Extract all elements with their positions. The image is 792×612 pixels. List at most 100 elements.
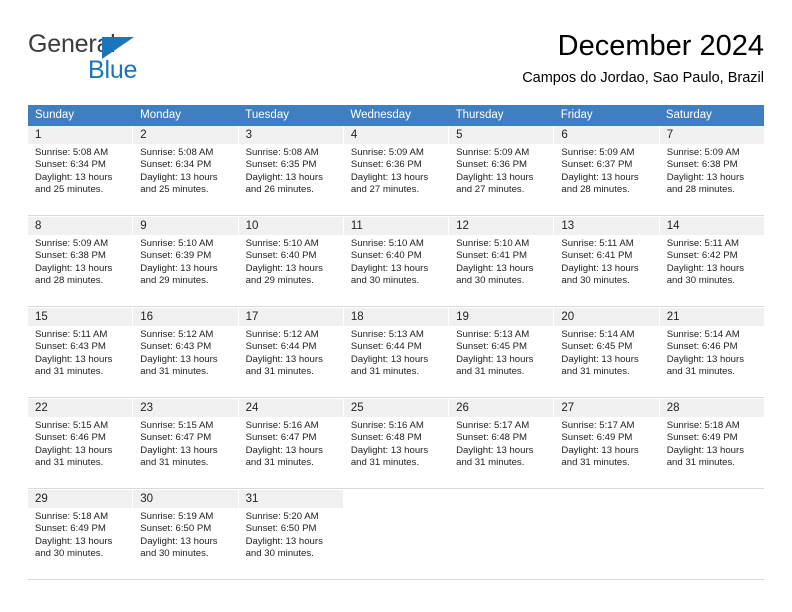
day-number: 22 bbox=[28, 399, 133, 417]
day-number: 20 bbox=[554, 308, 659, 326]
sunset-text: Sunset: 6:47 PM bbox=[245, 432, 317, 444]
day-cell[interactable]: 1 Sunrise: 5:08 AM Sunset: 6:34 PM Daylight… bbox=[28, 126, 134, 215]
daylight-text-line1: Daylight: 13 hours bbox=[456, 353, 534, 365]
day-cell[interactable]: 29 Sunrise: 5:18 AM Sunset: 6:49 PM Dayligh… bbox=[28, 490, 134, 579]
sunset-text: Sunset: 6:36 PM bbox=[456, 159, 528, 171]
sunset-text: Sunset: 6:35 PM bbox=[245, 159, 317, 171]
sunset-text: Sunset: 6:44 PM bbox=[245, 341, 317, 353]
day-cell[interactable]: 30 Sunrise: 5:19 AM Sunset: 6:50 PM Dayligh… bbox=[133, 490, 239, 579]
sunrise-text: Sunrise: 5:20 AM bbox=[245, 511, 319, 522]
day-info: Sunrise: 5:08 AM Sunset: 6:34 PM Daylight:… bbox=[28, 144, 132, 197]
day-cell[interactable]: 20 Sunrise: 5:14 AM Sunset: 6:45 PM Dayligh… bbox=[554, 308, 660, 397]
daylight-text-line1: Daylight: 13 hours bbox=[140, 171, 218, 183]
daylight-text-line1: Daylight: 13 hours bbox=[35, 444, 113, 456]
day-number: 7 bbox=[659, 126, 764, 144]
daylight-text-line1: Daylight: 13 hours bbox=[140, 535, 218, 547]
daylight-text-line2: and 31 minutes. bbox=[350, 457, 420, 469]
day-cell[interactable]: 4 Sunrise: 5:09 AM Sunset: 6:36 PM Daylight… bbox=[343, 126, 450, 215]
day-info: Sunrise: 5:09 AM Sunset: 6:38 PM Daylight:… bbox=[28, 235, 132, 288]
day-cell[interactable]: 2 Sunrise: 5:08 AM Sunset: 6:34 PM Daylight… bbox=[133, 126, 239, 215]
daylight-text-line1: Daylight: 13 hours bbox=[140, 444, 218, 456]
sunrise-text: Sunrise: 5:13 AM bbox=[456, 329, 530, 340]
day-info: Sunrise: 5:17 AM Sunset: 6:49 PM Daylight:… bbox=[554, 417, 658, 470]
weekday-saturday: Saturday bbox=[665, 109, 712, 121]
daylight-text-line1: Daylight: 13 hours bbox=[561, 262, 639, 274]
daylight-text-line2: and 30 minutes. bbox=[666, 275, 735, 287]
day-number: 13 bbox=[554, 217, 659, 235]
sunset-text: Sunset: 6:47 PM bbox=[140, 432, 212, 444]
day-cell[interactable]: 26 Sunrise: 5:17 AM Sunset: 6:48 PM Dayligh… bbox=[449, 399, 555, 488]
day-info: Sunrise: 5:10 AM Sunset: 6:40 PM Daylight:… bbox=[239, 235, 343, 288]
day-cell[interactable]: 11 Sunrise: 5:10 AM Sunset: 6:40 PM Dayligh… bbox=[343, 217, 450, 306]
day-cell[interactable]: 31 Sunrise: 5:20 AM Sunset: 6:50 PM Dayligh… bbox=[238, 490, 344, 579]
sunset-text: Sunset: 6:34 PM bbox=[140, 159, 212, 171]
sunrise-text: Sunrise: 5:14 AM bbox=[666, 329, 740, 340]
day-cell[interactable]: 24 Sunrise: 5:16 AM Sunset: 6:47 PM Dayligh… bbox=[238, 399, 344, 488]
sunset-text: Sunset: 6:40 PM bbox=[245, 250, 317, 262]
day-cell[interactable]: 17 Sunrise: 5:12 AM Sunset: 6:44 PM Dayligh… bbox=[238, 308, 344, 397]
day-info: Sunrise: 5:16 AM Sunset: 6:48 PM Daylight:… bbox=[344, 417, 448, 470]
day-cell[interactable]: 12 Sunrise: 5:10 AM Sunset: 6:41 PM Dayligh… bbox=[449, 217, 555, 306]
day-cell[interactable]: 28 Sunrise: 5:18 AM Sunset: 6:49 PM Dayligh… bbox=[659, 399, 764, 488]
day-cell[interactable]: 7 Sunrise: 5:09 AM Sunset: 6:38 PM Daylight… bbox=[659, 126, 764, 215]
weeks-container: 1 Sunrise: 5:08 AM Sunset: 6:34 PM Daylight… bbox=[28, 126, 764, 580]
day-number: 2 bbox=[133, 126, 238, 144]
sunrise-text: Sunrise: 5:08 AM bbox=[35, 147, 109, 158]
day-number: 12 bbox=[449, 217, 554, 235]
day-cell[interactable]: 27 Sunrise: 5:17 AM Sunset: 6:49 PM Dayligh… bbox=[554, 399, 660, 488]
daylight-text-line2: and 28 minutes. bbox=[561, 184, 630, 196]
daylight-text-line1: Daylight: 13 hours bbox=[561, 353, 639, 365]
day-cell[interactable]: 23 Sunrise: 5:15 AM Sunset: 6:47 PM Dayligh… bbox=[133, 399, 239, 488]
day-cell[interactable]: 6 Sunrise: 5:09 AM Sunset: 6:37 PM Daylight… bbox=[554, 126, 660, 215]
day-number bbox=[344, 490, 448, 508]
general-blue-logo[interactable]: General Blue bbox=[28, 30, 218, 86]
day-number: 10 bbox=[238, 217, 343, 235]
daylight-text-line1: Daylight: 13 hours bbox=[350, 353, 429, 365]
day-info: Sunrise: 5:18 AM Sunset: 6:49 PM Daylight:… bbox=[660, 417, 764, 470]
day-number: 19 bbox=[449, 308, 554, 326]
weekday-sunday: Sunday bbox=[35, 109, 75, 121]
day-number: 30 bbox=[133, 490, 238, 508]
sunrise-text: Sunrise: 5:09 AM bbox=[666, 147, 740, 158]
day-cell[interactable]: 25 Sunrise: 5:16 AM Sunset: 6:48 PM Dayligh… bbox=[343, 399, 450, 488]
day-info: Sunrise: 5:11 AM Sunset: 6:41 PM Daylight:… bbox=[554, 235, 658, 288]
day-cell[interactable]: 15 Sunrise: 5:11 AM Sunset: 6:43 PM Dayligh… bbox=[28, 308, 134, 397]
day-info: Sunrise: 5:11 AM Sunset: 6:43 PM Daylight:… bbox=[28, 326, 132, 379]
sunrise-text: Sunrise: 5:08 AM bbox=[245, 147, 319, 158]
sunrise-text: Sunrise: 5:16 AM bbox=[245, 420, 319, 431]
day-cell[interactable]: 10 Sunrise: 5:10 AM Sunset: 6:40 PM Dayligh… bbox=[238, 217, 344, 306]
day-cell[interactable]: 21 Sunrise: 5:14 AM Sunset: 6:46 PM Dayligh… bbox=[659, 308, 764, 397]
daylight-text-line1: Daylight: 13 hours bbox=[245, 444, 323, 456]
sunrise-text: Sunrise: 5:15 AM bbox=[140, 420, 214, 431]
day-cell[interactable]: 8 Sunrise: 5:09 AM Sunset: 6:38 PM Daylight… bbox=[28, 217, 134, 306]
day-cell[interactable]: 13 Sunrise: 5:11 AM Sunset: 6:41 PM Dayligh… bbox=[554, 217, 660, 306]
sunset-text: Sunset: 6:37 PM bbox=[561, 159, 633, 171]
day-cell-empty bbox=[659, 490, 764, 579]
sunrise-text: Sunrise: 5:08 AM bbox=[140, 147, 214, 158]
sunset-text: Sunset: 6:39 PM bbox=[140, 250, 212, 262]
sunrise-text: Sunrise: 5:13 AM bbox=[350, 329, 424, 340]
day-cell[interactable]: 14 Sunrise: 5:11 AM Sunset: 6:42 PM Dayligh… bbox=[659, 217, 764, 306]
day-cell[interactable]: 19 Sunrise: 5:13 AM Sunset: 6:45 PM Dayligh… bbox=[449, 308, 555, 397]
sunset-text: Sunset: 6:38 PM bbox=[666, 159, 738, 171]
sunrise-text: Sunrise: 5:09 AM bbox=[561, 147, 635, 158]
sunset-text: Sunset: 6:41 PM bbox=[456, 250, 528, 262]
sunset-text: Sunset: 6:43 PM bbox=[140, 341, 212, 353]
daylight-text-line2: and 30 minutes. bbox=[140, 548, 209, 560]
weekday-friday: Friday bbox=[560, 109, 593, 121]
sunset-text: Sunset: 6:49 PM bbox=[561, 432, 633, 444]
day-info: Sunrise: 5:12 AM Sunset: 6:43 PM Daylight:… bbox=[133, 326, 237, 379]
day-cell[interactable]: 16 Sunrise: 5:12 AM Sunset: 6:43 PM Dayligh… bbox=[133, 308, 239, 397]
day-info: Sunrise: 5:13 AM Sunset: 6:44 PM Daylight:… bbox=[344, 326, 448, 379]
week-row: 8 Sunrise: 5:09 AM Sunset: 6:38 PM Daylight… bbox=[28, 216, 764, 306]
day-number: 1 bbox=[28, 126, 133, 144]
day-cell[interactable]: 5 Sunrise: 5:09 AM Sunset: 6:36 PM Daylight… bbox=[449, 126, 555, 215]
day-cell[interactable]: 18 Sunrise: 5:13 AM Sunset: 6:44 PM Dayligh… bbox=[343, 308, 450, 397]
sunrise-text: Sunrise: 5:09 AM bbox=[456, 147, 530, 158]
day-number: 31 bbox=[238, 490, 343, 508]
sunset-text: Sunset: 6:49 PM bbox=[666, 432, 738, 444]
daylight-text-line2: and 31 minutes. bbox=[561, 457, 630, 469]
day-cell[interactable]: 22 Sunrise: 5:15 AM Sunset: 6:46 PM Dayligh… bbox=[28, 399, 134, 488]
day-cell[interactable]: 3 Sunrise: 5:08 AM Sunset: 6:35 PM Daylight… bbox=[238, 126, 344, 215]
day-cell[interactable]: 9 Sunrise: 5:10 AM Sunset: 6:39 PM Daylight… bbox=[133, 217, 239, 306]
